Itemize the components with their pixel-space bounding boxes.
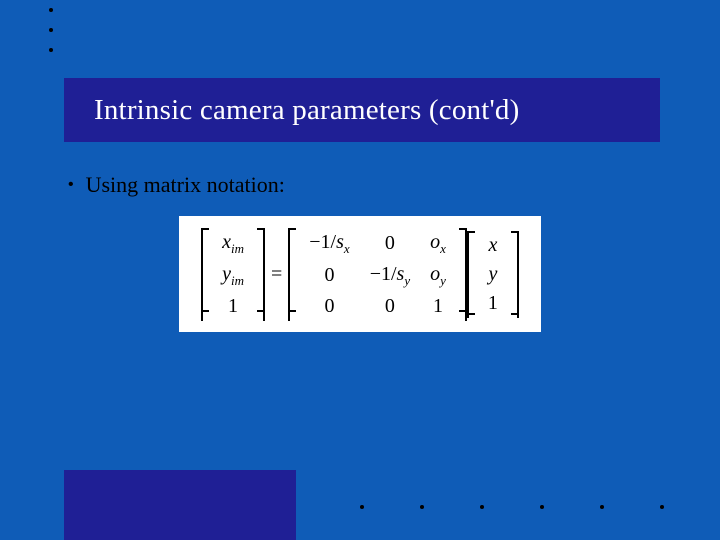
rhs-vector: x y 1 (478, 231, 508, 318)
decor-dot (540, 505, 544, 509)
decor-dot (49, 8, 53, 12)
lhs-vector: xim yim 1 (212, 228, 254, 321)
decor-dot (49, 28, 53, 32)
slide-title: Intrinsic camera parameters (cont'd) (94, 94, 519, 127)
decor-dot (420, 505, 424, 509)
bullet-marker: • (68, 176, 74, 194)
decor-dot (480, 505, 484, 509)
decor-dot (600, 505, 604, 509)
equals-sign: = (271, 263, 282, 286)
decor-dot (49, 48, 53, 52)
decor-footer-box (64, 470, 296, 540)
bullet-item: • Using matrix notation: (68, 172, 285, 198)
decor-dot (660, 505, 664, 509)
center-matrix: −1/sx 0 ox 0 −1/sy oy 0 0 1 (299, 228, 456, 321)
decor-dot (360, 505, 364, 509)
title-bar: Intrinsic camera parameters (cont'd) (64, 78, 660, 142)
equation: xim yim 1 = −1/sx 0 ox 0 −1/sy oy (179, 216, 541, 332)
bullet-text: Using matrix notation: (86, 172, 285, 198)
